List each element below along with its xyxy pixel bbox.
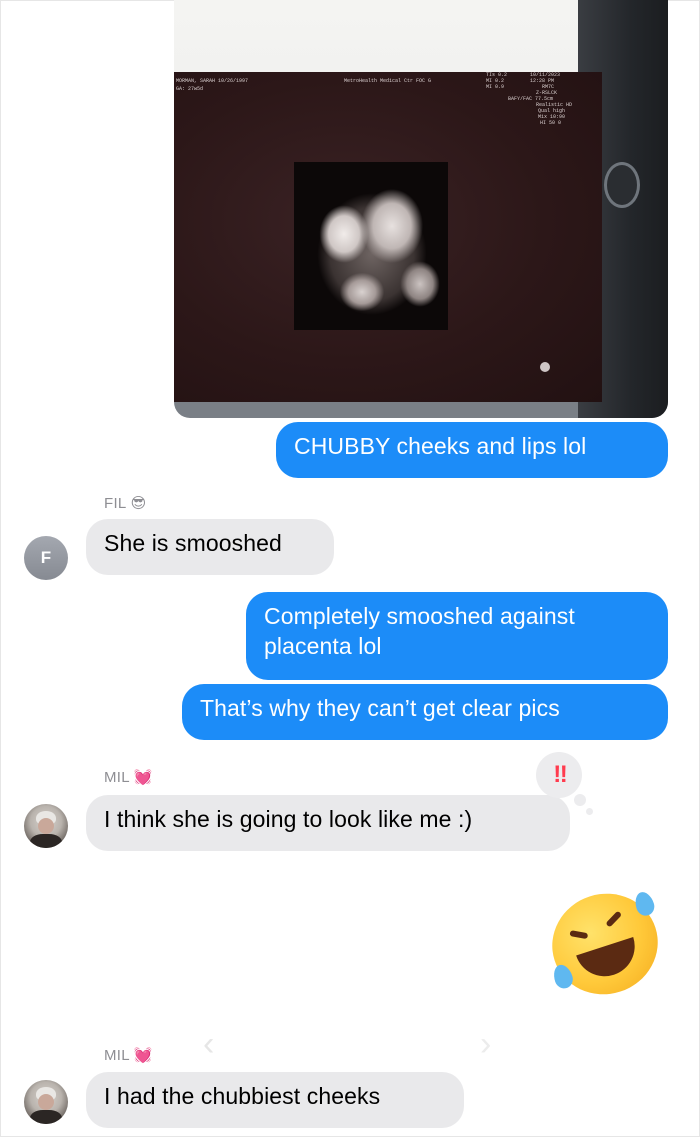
avatar[interactable] [24, 1080, 68, 1124]
ultrasound-marker-dot [540, 362, 550, 372]
sender-name: MIL [104, 1047, 130, 1064]
message-text: I think she is going to look like me :) [104, 806, 473, 832]
avatar[interactable]: F [24, 536, 68, 580]
avatar-face [38, 818, 54, 834]
avatar-face [38, 1094, 54, 1110]
photo-dashboard-ring [604, 162, 640, 208]
message-bubble-outgoing[interactable]: That’s why they can’t get clear pics [182, 684, 668, 740]
message-bubble-incoming[interactable]: I had the chubbiest cheeks [86, 1072, 464, 1128]
ultrasound-header: MORMAN, SARAH 10/26/1997 GA: 27w5d Metro… [174, 72, 602, 126]
message-bubble-incoming[interactable]: I think she is going to look like me :) [86, 795, 570, 851]
message-text: Completely smooshed against placenta lol [264, 603, 575, 659]
avatar-body [30, 834, 62, 848]
tapback-exclamation-icon: ‼ [553, 761, 567, 788]
ultrasound-photo[interactable]: MORMAN, SARAH 10/26/1997 GA: 27w5d Metro… [174, 0, 668, 418]
message-bubble-outgoing[interactable]: CHUBBY cheeks and lips lol [276, 422, 668, 478]
sender-name: MIL [104, 769, 130, 786]
scan-patient: MORMAN, SARAH 10/26/1997 [176, 78, 249, 84]
scan-facility: MetroHealth Medical Ctr FOC G [344, 78, 432, 84]
ultrasound-baby-face [292, 164, 452, 332]
sender-emoji: 💓 [133, 769, 153, 786]
message-text: I had the chubbiest cheeks [104, 1083, 381, 1109]
tapback-tail [586, 808, 593, 815]
chevron-left-icon: ‹ [203, 1025, 215, 1063]
ultrasound-print: MORMAN, SARAH 10/26/1997 GA: 27w5d Metro… [174, 72, 602, 402]
message-text: CHUBBY cheeks and lips lol [294, 433, 587, 459]
scan-param: HI 50 0 [540, 120, 562, 126]
scan-sub: GA: 27w5d [176, 86, 204, 92]
sender-label: MIL 💓 [104, 1046, 153, 1064]
chevron-right-icon: › [480, 1025, 492, 1063]
sender-name: FIL [104, 495, 127, 512]
tapback-exclamation[interactable]: ‼ [536, 752, 582, 798]
avatar-initial: F [40, 548, 52, 567]
sender-emoji: 💓 [133, 1047, 153, 1064]
message-text: That’s why they can’t get clear pics [200, 695, 560, 721]
scan-setting: MI 0.9 [486, 84, 505, 90]
avatar-body [30, 1110, 62, 1124]
message-bubble-outgoing[interactable]: Completely smooshed against placenta lol [246, 592, 668, 680]
sender-emoji: 😎 [130, 495, 147, 512]
message-bubble-incoming[interactable]: She is smooshed [86, 519, 334, 575]
message-text: She is smooshed [104, 530, 282, 556]
sender-label: FIL 😎 [104, 494, 147, 512]
tapback-tail [574, 794, 586, 806]
sender-label: MIL 💓 [104, 768, 153, 786]
avatar[interactable] [24, 804, 68, 848]
